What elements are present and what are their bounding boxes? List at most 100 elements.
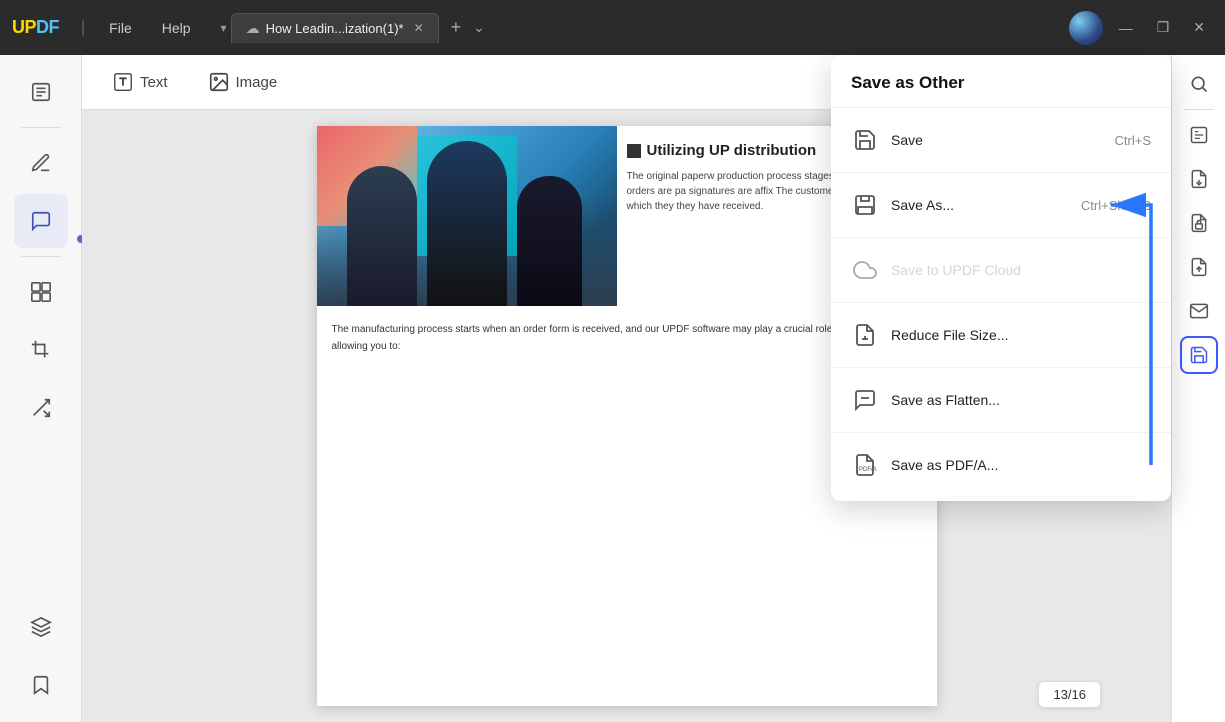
- reader-icon: [30, 81, 52, 103]
- pdfa-menu-icon: PDF/A: [853, 453, 877, 477]
- right-share-button[interactable]: [1180, 248, 1218, 286]
- right-save-button[interactable]: [1180, 336, 1218, 374]
- save-cloud-item-icon: [851, 256, 879, 284]
- avatar-image: [1069, 11, 1103, 45]
- save-as-other-section-6: PDF/A Save as PDF/A...: [831, 433, 1171, 501]
- sidebar-item-layers[interactable]: [14, 600, 68, 654]
- ocr-icon: [1189, 125, 1209, 145]
- right-search-button[interactable]: [1180, 65, 1218, 103]
- svg-text:PDF/A: PDF/A: [859, 467, 877, 473]
- save-item-left: Save: [851, 126, 923, 154]
- reduce-item[interactable]: Reduce File Size...: [841, 309, 1161, 361]
- left-sidebar: [0, 55, 82, 722]
- maximize-button[interactable]: ❐: [1149, 15, 1178, 40]
- layers-icon: [30, 616, 52, 638]
- toolbar-image[interactable]: Image: [198, 65, 288, 99]
- save-as-other-title: Save as Other: [831, 55, 1171, 108]
- toolbar-text[interactable]: Text: [102, 65, 178, 99]
- titlebar-divider: |: [81, 19, 85, 37]
- save-cloud-item-left: Save to UPDF Cloud: [851, 256, 1021, 284]
- cloud-menu-icon: [853, 258, 877, 282]
- titlebar-right: — ❐ ✕: [1069, 11, 1213, 45]
- right-protect-button[interactable]: [1180, 204, 1218, 242]
- save-icon: [1189, 345, 1209, 365]
- active-tab[interactable]: ☁ How Leadin...ization(1)* ✕: [231, 13, 439, 43]
- email-icon: [1189, 301, 1209, 321]
- tab-label: How Leadin...ization(1)*: [266, 21, 404, 36]
- pdfa-item-icon: PDF/A: [851, 451, 879, 479]
- right-email-button[interactable]: [1180, 292, 1218, 330]
- menu-help[interactable]: Help: [152, 16, 201, 40]
- toolbar-text-label: Text: [140, 74, 168, 91]
- crop-icon: [30, 339, 52, 361]
- flatten-menu-icon: [853, 388, 877, 412]
- convert-icon: [30, 397, 52, 419]
- tab-cloud-icon: ☁: [246, 20, 260, 37]
- pdfa-item-label: Save as PDF/A...: [891, 457, 998, 473]
- comment-icon: [30, 210, 52, 232]
- search-icon: [1189, 74, 1209, 94]
- edit-icon: [30, 152, 52, 174]
- page-indicator: 13/16: [1038, 681, 1101, 708]
- import-icon: [1189, 169, 1209, 189]
- save-cloud-item-label: Save to UPDF Cloud: [891, 262, 1021, 278]
- tab-add-button[interactable]: +: [443, 17, 470, 38]
- reduce-item-left: Reduce File Size...: [851, 321, 1009, 349]
- titlebar: UPDF | File Help ▾ ☁ How Leadin...izatio…: [0, 0, 1225, 55]
- right-import-button[interactable]: [1180, 160, 1218, 198]
- share-icon: [1189, 257, 1209, 277]
- tab-area: ▾ ☁ How Leadin...ization(1)* ✕ + ⌄: [221, 13, 1059, 43]
- bookmark-icon: [30, 674, 52, 696]
- reduce-item-label: Reduce File Size...: [891, 327, 1009, 343]
- close-button[interactable]: ✕: [1185, 15, 1213, 40]
- text-icon: [112, 71, 134, 93]
- bullet-square: [627, 144, 641, 158]
- menu-file[interactable]: File: [99, 16, 142, 40]
- tab-dropdown-arrow[interactable]: ▾: [221, 21, 227, 35]
- save-item-label: Save: [891, 132, 923, 148]
- user-avatar[interactable]: [1069, 11, 1103, 45]
- sidebar-item-organize[interactable]: [14, 265, 68, 319]
- save-as-item[interactable]: Save As... Ctrl+Shift+S: [841, 179, 1161, 231]
- pdfa-item[interactable]: PDF/A Save as PDF/A...: [841, 439, 1161, 491]
- reduce-menu-icon: [853, 323, 877, 347]
- sidebar-item-reader[interactable]: [14, 65, 68, 119]
- save-as-item-label: Save As...: [891, 197, 954, 213]
- sidebar-item-edit[interactable]: [14, 136, 68, 190]
- sidebar-item-comment[interactable]: [14, 194, 68, 248]
- sidebar-bottom: [14, 600, 68, 712]
- pdf-heading: Utilizing UP distribution: [647, 141, 817, 161]
- save-as-item-left: Save As...: [851, 191, 954, 219]
- sidebar-item-bookmark[interactable]: [14, 658, 68, 712]
- flatten-item[interactable]: Save as Flatten...: [841, 374, 1161, 426]
- pdfa-item-left: PDF/A Save as PDF/A...: [851, 451, 998, 479]
- toolbar-image-label: Image: [236, 74, 278, 91]
- person-3: [517, 176, 582, 306]
- save-item-icon: [851, 126, 879, 154]
- app-logo: UPDF: [12, 17, 59, 38]
- person-1: [347, 166, 417, 306]
- flatten-item-label: Save as Flatten...: [891, 392, 1000, 408]
- sidebar-item-convert[interactable]: [14, 381, 68, 435]
- save-menu-icon: [853, 128, 877, 152]
- save-as-item-shortcut: Ctrl+Shift+S: [1081, 198, 1151, 213]
- save-item[interactable]: Save Ctrl+S: [841, 114, 1161, 166]
- sidebar-item-crop[interactable]: [14, 323, 68, 377]
- save-as-menu-icon: [853, 193, 877, 217]
- save-as-other-section-2: Save As... Ctrl+Shift+S: [831, 173, 1171, 238]
- save-as-other-section-3: Save to UPDF Cloud: [831, 238, 1171, 303]
- tab-close-button[interactable]: ✕: [414, 21, 424, 35]
- tab-overflow-button[interactable]: ⌄: [473, 19, 485, 36]
- person-2: [427, 141, 507, 306]
- flatten-item-icon: [851, 386, 879, 414]
- sidebar-divider-1: [21, 127, 61, 128]
- protect-icon: [1189, 213, 1209, 233]
- flatten-item-left: Save as Flatten...: [851, 386, 1000, 414]
- minimize-button[interactable]: —: [1111, 16, 1141, 40]
- right-sidebar: [1171, 55, 1225, 722]
- image-icon: [208, 71, 230, 93]
- save-as-other-section-5: Save as Flatten...: [831, 368, 1171, 433]
- save-cloud-item[interactable]: Save to UPDF Cloud: [841, 244, 1161, 296]
- right-ocr-button[interactable]: [1180, 116, 1218, 154]
- organize-icon: [30, 281, 52, 303]
